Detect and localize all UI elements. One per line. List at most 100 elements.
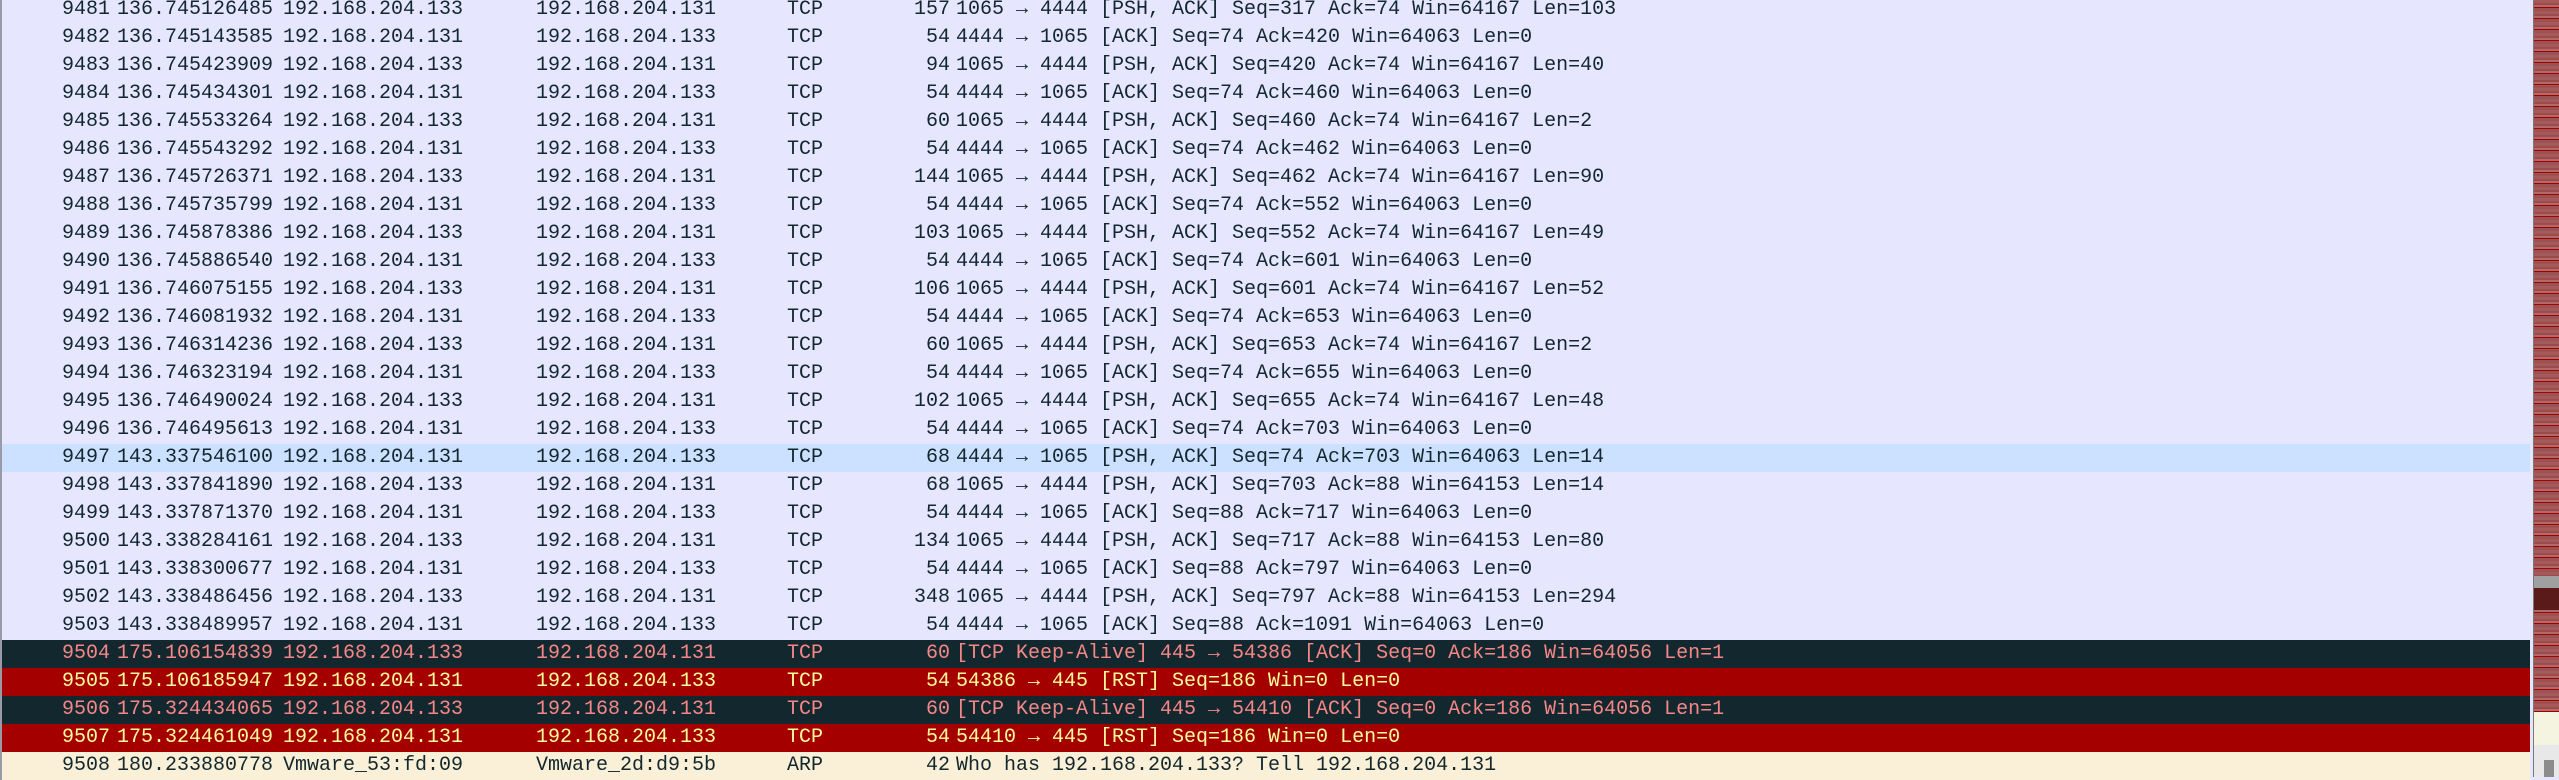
packet-no: 9507 (61, 726, 110, 749)
packet-row[interactable]: 9497 143.337546100 192.168.204.131 192.168.… (2, 444, 2530, 472)
packet-proto: ARP (787, 754, 824, 777)
packet-row[interactable]: 9490 136.745886540 192.168.204.131 192.168.… (2, 248, 2530, 276)
packet-info: 1065 → 4444 [PSH, ACK] Seq=655 Ack=74 Wi… (956, 390, 1605, 413)
packet-time: 136.745726371 (117, 166, 274, 189)
packet-src: 192.168.204.131 (283, 194, 464, 217)
packet-info: 1065 → 4444 [PSH, ACK] Seq=653 Ack=74 Wi… (956, 334, 1593, 357)
packet-len: 54 (925, 670, 950, 693)
packet-time: 143.337546100 (117, 446, 274, 469)
packet-proto: TCP (787, 362, 824, 385)
packet-row[interactable]: 9489 136.745878386 192.168.204.133 192.168.… (2, 220, 2530, 248)
packet-src: 192.168.204.131 (283, 306, 464, 329)
packet-src: 192.168.204.131 (283, 138, 464, 161)
packet-row[interactable]: 9498 143.337841890 192.168.204.133 192.168.… (2, 472, 2530, 500)
packet-len: 54 (925, 362, 950, 385)
packet-no: 9481 (61, 0, 110, 21)
packet-time: 143.338300677 (117, 558, 274, 581)
packet-info: 4444 → 1065 [ACK] Seq=74 Ack=420 Win=640… (956, 26, 1533, 49)
packet-row[interactable]: 9502 143.338486456 192.168.204.133 192.168.… (2, 584, 2530, 612)
packet-len: 106 (913, 278, 950, 301)
packet-dst: 192.168.204.131 (536, 642, 717, 665)
packet-src: 192.168.204.133 (283, 390, 464, 413)
packet-row[interactable]: 9501 143.338300677 192.168.204.131 192.168.… (2, 556, 2530, 584)
packet-no: 9487 (61, 166, 110, 189)
packet-row[interactable]: 9495 136.746490024 192.168.204.133 192.168.… (2, 388, 2530, 416)
packet-proto: TCP (787, 390, 824, 413)
packet-row[interactable]: 9491 136.746075155 192.168.204.133 192.168.… (2, 276, 2530, 304)
packet-minimap-scrollbar[interactable] (2533, 0, 2559, 777)
packet-info: 54410 → 445 [RST] Seq=186 Win=0 Len=0 (956, 726, 1401, 749)
packet-src: 192.168.204.131 (283, 502, 464, 525)
packet-dst: 192.168.204.133 (536, 446, 717, 469)
packet-no: 9497 (61, 446, 110, 469)
packet-time: 136.745143585 (117, 26, 274, 49)
packet-len: 54 (925, 26, 950, 49)
packet-src: 192.168.204.131 (283, 726, 464, 749)
packet-row[interactable]: 9482 136.745143585 192.168.204.131 192.168.… (2, 24, 2530, 52)
packet-row[interactable]: 9507 175.324461049 192.168.204.131 192.168.… (2, 724, 2530, 752)
packet-list[interactable]: 9481 136.745126485 192.168.204.133 192.168.… (0, 0, 2530, 780)
packet-proto: TCP (787, 250, 824, 273)
packet-src: 192.168.204.133 (283, 642, 464, 665)
packet-len: 60 (925, 110, 950, 133)
packet-no: 9499 (61, 502, 110, 525)
packet-src: 192.168.204.133 (283, 334, 464, 357)
packet-time: 136.746490024 (117, 390, 274, 413)
packet-time: 136.745126485 (117, 0, 274, 21)
packet-time: 175.324461049 (117, 726, 274, 749)
packet-row[interactable]: 9484 136.745434301 192.168.204.131 192.168.… (2, 80, 2530, 108)
packet-src: 192.168.204.131 (283, 250, 464, 273)
packet-row[interactable]: 9496 136.746495613 192.168.204.131 192.168.… (2, 416, 2530, 444)
minimap-band (2534, 576, 2559, 588)
packet-row[interactable]: 9500 143.338284161 192.168.204.133 192.168.… (2, 528, 2530, 556)
packet-row[interactable]: 9499 143.337871370 192.168.204.131 192.168.… (2, 500, 2530, 528)
packet-row[interactable]: 9508 180.233880778 Vmware_53:fd:09 Vmware_2… (2, 752, 2530, 780)
packet-time: 175.324434065 (117, 698, 274, 721)
packet-no: 9508 (61, 754, 110, 777)
packet-len: 102 (913, 390, 950, 413)
packet-no: 9502 (61, 586, 110, 609)
packet-time: 143.338489957 (117, 614, 274, 637)
packet-len: 68 (925, 446, 950, 469)
packet-row[interactable]: 9506 175.324434065 192.168.204.133 192.168.… (2, 696, 2530, 724)
packet-time: 180.233880778 (117, 754, 274, 777)
packet-row[interactable]: 9503 143.338489957 192.168.204.131 192.168.… (2, 612, 2530, 640)
packet-row[interactable]: 9487 136.745726371 192.168.204.133 192.168.… (2, 164, 2530, 192)
packet-row[interactable]: 9481 136.745126485 192.168.204.133 192.168.… (2, 0, 2530, 24)
scrollbar-thumb[interactable] (2544, 760, 2554, 777)
packet-row[interactable]: 9488 136.745735799 192.168.204.131 192.168.… (2, 192, 2530, 220)
packet-row[interactable]: 9493 136.746314236 192.168.204.133 192.168.… (2, 332, 2530, 360)
packet-info: 4444 → 1065 [ACK] Seq=88 Ack=717 Win=640… (956, 502, 1533, 525)
packet-dst: Vmware_2d:d9:5b (536, 754, 717, 777)
packet-info: 4444 → 1065 [ACK] Seq=74 Ack=552 Win=640… (956, 194, 1533, 217)
packet-time: 136.745434301 (117, 82, 274, 105)
packet-info: 54386 → 445 [RST] Seq=186 Win=0 Len=0 (956, 670, 1401, 693)
packet-dst: 192.168.204.133 (536, 194, 717, 217)
packet-info: 1065 → 4444 [PSH, ACK] Seq=717 Ack=88 Wi… (956, 530, 1605, 553)
packet-row[interactable]: 9486 136.745543292 192.168.204.131 192.168.… (2, 136, 2530, 164)
packet-info: 4444 → 1065 [ACK] Seq=88 Ack=797 Win=640… (956, 558, 1533, 581)
packet-src: 192.168.204.133 (283, 222, 464, 245)
packet-proto: TCP (787, 474, 824, 497)
packet-info: 4444 → 1065 [ACK] Seq=74 Ack=655 Win=640… (956, 362, 1533, 385)
packet-row[interactable]: 9492 136.746081932 192.168.204.131 192.168.… (2, 304, 2530, 332)
packet-time: 136.746075155 (117, 278, 274, 301)
packet-row[interactable]: 9494 136.746323194 192.168.204.131 192.168.… (2, 360, 2530, 388)
packet-no: 9500 (61, 530, 110, 553)
packet-time: 143.337871370 (117, 502, 274, 525)
packet-time: 136.745533264 (117, 110, 274, 133)
packet-src: 192.168.204.131 (283, 614, 464, 637)
packet-src: 192.168.204.133 (283, 0, 464, 21)
packet-row[interactable]: 9483 136.745423909 192.168.204.133 192.168.… (2, 52, 2530, 80)
packet-info: 4444 → 1065 [PSH, ACK] Seq=74 Ack=703 Wi… (956, 446, 1605, 469)
packet-row[interactable]: 9485 136.745533264 192.168.204.133 192.168.… (2, 108, 2530, 136)
packet-dst: 192.168.204.133 (536, 502, 717, 525)
packet-row[interactable]: 9505 175.106185947 192.168.204.131 192.168.… (2, 668, 2530, 696)
packet-time: 143.337841890 (117, 474, 274, 497)
packet-len: 54 (925, 306, 950, 329)
packet-proto: TCP (787, 614, 824, 637)
packet-row[interactable]: 9504 175.106154839 192.168.204.133 192.168.… (2, 640, 2530, 668)
packet-dst: 192.168.204.131 (536, 698, 717, 721)
packet-dst: 192.168.204.131 (536, 530, 717, 553)
packet-dst: 192.168.204.133 (536, 250, 717, 273)
